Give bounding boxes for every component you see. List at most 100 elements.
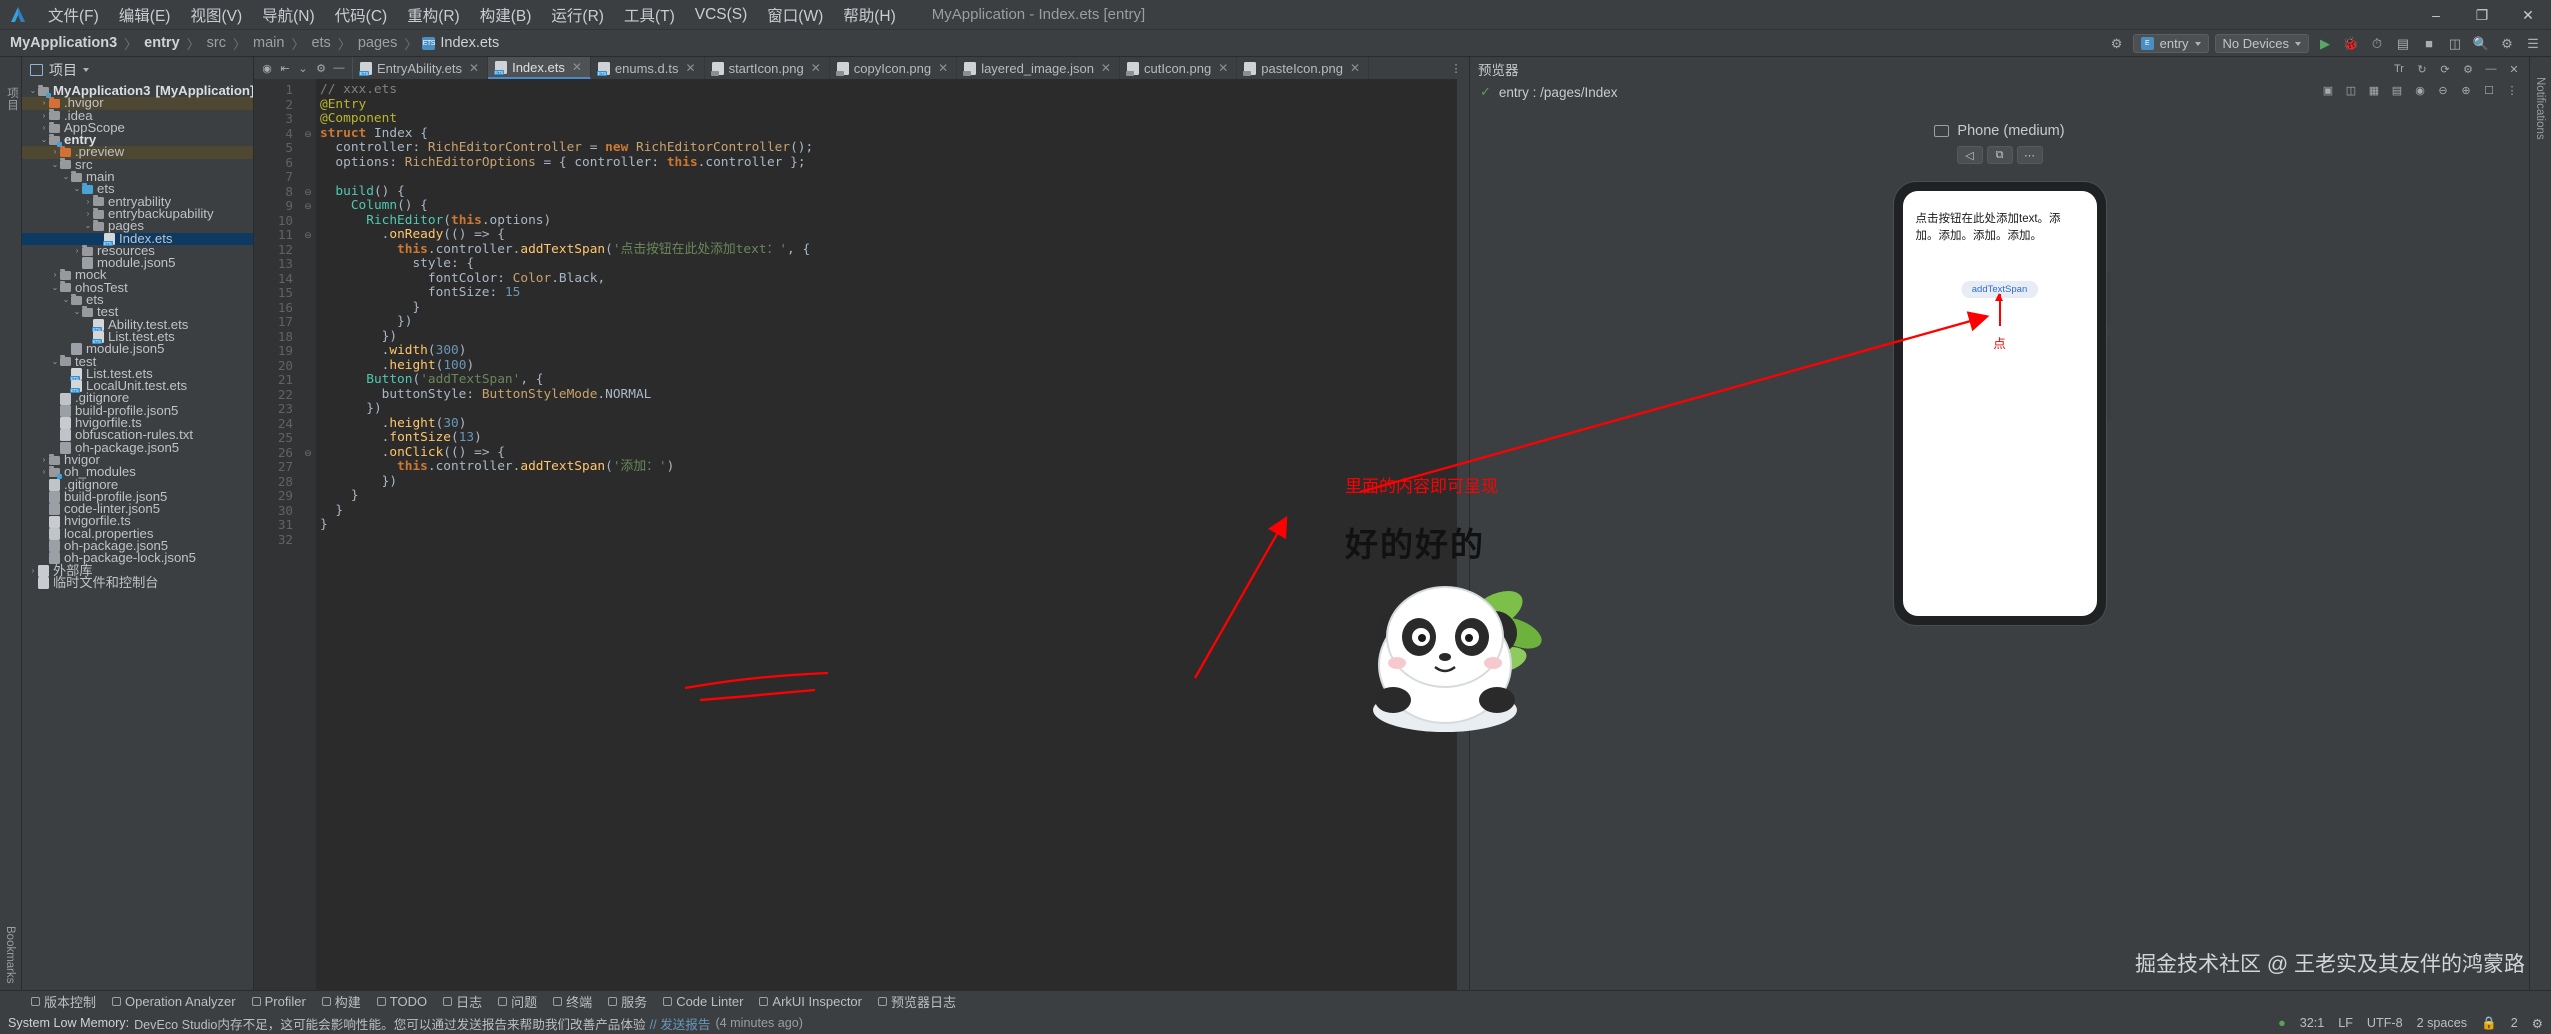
editor-tab-entryability-ets[interactable]: EntryAbility.ets ✕ <box>353 57 489 79</box>
code-line[interactable] <box>316 170 1469 185</box>
tool-window--[interactable]: 服务 <box>601 991 654 1013</box>
tree-node--hvigor[interactable]: › .hvigor <box>22 96 253 110</box>
code-line[interactable]: @Component <box>316 111 1469 127</box>
tree-node-oh-modules[interactable]: › oh_modules <box>22 465 253 479</box>
chevron-down-icon[interactable]: ⌄ <box>39 134 49 146</box>
chevron-right-icon[interactable]: › <box>83 196 93 208</box>
layout-icon[interactable]: ◫ <box>2445 34 2465 54</box>
zoom-in-icon[interactable]: ⊕ <box>2459 83 2473 97</box>
chevron-right-icon[interactable]: › <box>39 97 49 109</box>
fold-toggle-icon[interactable]: ⊖ <box>300 185 316 200</box>
device-selector[interactable]: No Devices <box>2214 34 2309 53</box>
fold-toggle-icon[interactable]: ⊖ <box>300 127 316 142</box>
code-line[interactable]: }) <box>316 401 1469 417</box>
editor-tab-copyicon-png[interactable]: copyIcon.png ✕ <box>830 57 958 79</box>
chevron-right-icon[interactable]: › <box>39 122 49 134</box>
close-tab-icon[interactable]: ✕ <box>572 60 582 74</box>
chevron-right-icon[interactable]: › <box>39 466 49 478</box>
phone-screen[interactable]: 点击按钮在此处添加text。添加。添加。添加。添加。 addTextSpan 点 <box>1902 191 2097 616</box>
code-line[interactable] <box>316 533 1469 548</box>
chevron-down-icon[interactable] <box>83 68 89 72</box>
ruler-icon[interactable]: ▤ <box>2390 83 2404 97</box>
close-tab-icon[interactable]: ✕ <box>811 61 821 75</box>
more-icon[interactable]: ⋮ <box>2505 83 2519 97</box>
code-line[interactable]: this.controller.addTextSpan('添加：') <box>316 459 1469 475</box>
line-separator[interactable]: LF <box>2338 1016 2353 1030</box>
tool-window--[interactable]: 日志 <box>436 991 489 1013</box>
tree-node-mock[interactable]: › mock <box>22 268 253 282</box>
multi-window-button[interactable]: ⧉ <box>1986 146 2013 164</box>
tree-node-main[interactable]: ⌄ main <box>22 170 253 184</box>
coverage-icon[interactable]: ▤ <box>2393 34 2413 54</box>
file-encoding[interactable]: UTF-8 <box>2367 1016 2403 1030</box>
breadcrumb-src[interactable]: src <box>205 35 228 51</box>
settings-icon[interactable]: ⚙ <box>314 61 328 75</box>
chevron-down-icon[interactable]: ⌄ <box>72 306 82 318</box>
fold-toggle-icon[interactable]: ⊖ <box>300 199 316 214</box>
tree-node-module-json5[interactable]: module.json5 <box>22 256 253 269</box>
tree-node-localunit-test-ets[interactable]: LocalUnit.test.ets <box>22 379 253 394</box>
chevron-right-icon[interactable]: › <box>28 565 38 577</box>
gear-icon[interactable]: ⚙ <box>2107 34 2127 54</box>
code-line[interactable]: // xxx.ets <box>316 82 1469 98</box>
close-tab-icon[interactable]: ✕ <box>1350 61 1360 75</box>
close-tab-icon[interactable]: ✕ <box>938 61 948 75</box>
code-line[interactable]: build() { <box>316 184 1469 200</box>
status-report-link[interactable]: // 发送报告 <box>650 1014 711 1033</box>
chevron-down-icon[interactable]: ⌄ <box>28 85 38 97</box>
stop-icon[interactable]: ■ <box>2419 34 2439 54</box>
chevron-right-icon[interactable]: › <box>83 208 93 220</box>
menu-item-code[interactable]: 代码(C) <box>325 1 398 29</box>
tree-node-hvigor[interactable]: › hvigor <box>22 453 253 467</box>
tool-window--[interactable]: 构建 <box>315 991 368 1013</box>
maximize-button[interactable]: ❐ <box>2459 0 2505 30</box>
editor-tab-enums-d-ts[interactable]: enums.d.ts ✕ <box>591 57 705 79</box>
warning-count[interactable]: 2 <box>2511 1016 2518 1030</box>
tool-window--[interactable]: 问题 <box>491 991 544 1013</box>
code-line[interactable]: } <box>316 517 1469 533</box>
chevron-down-icon[interactable]: ⌄ <box>83 220 93 232</box>
code-line[interactable]: } <box>316 300 1469 316</box>
code-line[interactable]: .width(300) <box>316 343 1469 359</box>
project-panel-header[interactable]: 项目 <box>22 57 253 83</box>
tool-window-arkui-inspector[interactable]: ArkUI Inspector <box>752 991 869 1013</box>
breadcrumb-project[interactable]: MyApplication3 <box>8 35 119 51</box>
chevron-down-icon[interactable]: ⌄ <box>61 171 71 183</box>
chevron-right-icon[interactable]: › <box>72 245 82 257</box>
tree-node-myapplication3[interactable]: ⌄MyApplication3[MyApplication]C:\Users\M… <box>22 84 253 98</box>
rail-label-notifications[interactable]: Notifications <box>2534 77 2546 140</box>
close-button[interactable]: ✕ <box>2505 0 2551 30</box>
rail-label-project[interactable]: 项目 <box>4 87 20 111</box>
collapse-all-icon[interactable]: ⇤ <box>278 61 292 75</box>
chevron-down-icon[interactable]: ⌄ <box>61 294 71 306</box>
menu-item-help[interactable]: 帮助(H) <box>833 1 906 29</box>
more-icon[interactable]: ☰ <box>2523 34 2543 54</box>
close-tab-icon[interactable]: ✕ <box>1101 61 1111 75</box>
profile-icon[interactable]: ⏱ <box>2367 34 2387 54</box>
editor-tab-cuticon-png[interactable]: cutIcon.png ✕ <box>1120 57 1238 79</box>
menu-item-navigate[interactable]: 导航(N) <box>252 1 325 29</box>
chevron-down-icon[interactable]: ⌄ <box>50 159 60 171</box>
code-line[interactable]: }) <box>316 474 1469 490</box>
tree-node-entry[interactable]: ⌄ entry <box>22 133 253 147</box>
menu-item-tools[interactable]: 工具(T) <box>614 1 685 29</box>
fold-toggle-icon[interactable]: ⊖ <box>300 228 316 243</box>
inspection-check-icon[interactable]: ● <box>2278 1016 2286 1030</box>
breadcrumb-main[interactable]: main <box>251 35 286 51</box>
menu-item-window[interactable]: 窗口(W) <box>757 1 833 29</box>
settings-icon[interactable]: ⚙ <box>2461 62 2475 76</box>
editor-tab-layered-image-json[interactable]: layered_image.json ✕ <box>957 57 1120 79</box>
code-line[interactable]: }) <box>316 329 1469 345</box>
tree-node-module-json5[interactable]: module.json5 <box>22 342 253 355</box>
chevron-down-icon[interactable]: ⌄ <box>72 183 82 195</box>
more-status-icon[interactable]: ⚙ <box>2532 1016 2543 1031</box>
tab-overflow-icon[interactable]: ⋮ <box>1449 61 1463 75</box>
inspector-icon[interactable]: ▣ <box>2321 83 2335 97</box>
tree-node-ets[interactable]: ⌄ ets <box>22 293 253 307</box>
menu-item-run[interactable]: 运行(R) <box>541 1 614 29</box>
hide-icon[interactable]: — <box>332 61 346 75</box>
chevron-right-icon[interactable]: › <box>39 454 49 466</box>
caret-position[interactable]: 32:1 <box>2300 1016 2325 1030</box>
grid-icon[interactable]: ▦ <box>2367 83 2381 97</box>
zoom-out-icon[interactable]: ⊖ <box>2436 83 2450 97</box>
